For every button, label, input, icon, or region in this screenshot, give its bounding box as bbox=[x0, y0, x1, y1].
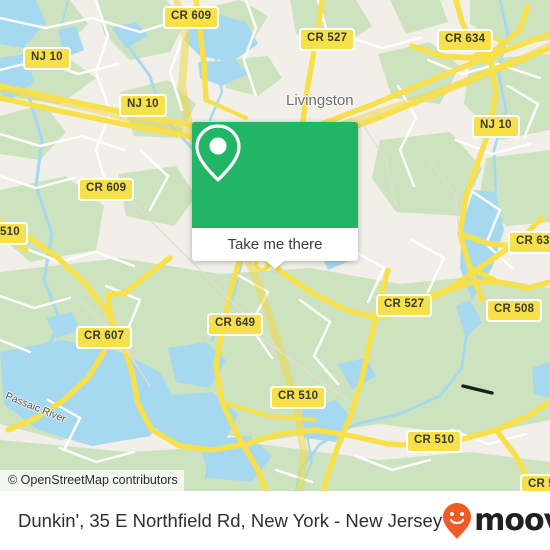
road-shield-nj-10-center: NJ 10 bbox=[119, 94, 167, 117]
popup-marker-area bbox=[192, 122, 358, 228]
map-canvas[interactable]: Livingston Passaic River CR 609 CR 527 C… bbox=[0, 0, 550, 491]
road-shield-nj-10-left: NJ 10 bbox=[23, 47, 71, 70]
road-shield-cr-51-corner: CR 51 bbox=[520, 474, 550, 491]
road-shield-cr-609-west: CR 609 bbox=[78, 178, 135, 201]
road-shield-cr-634: CR 634 bbox=[437, 29, 494, 52]
location-popup-card[interactable]: Take me there bbox=[192, 122, 358, 269]
road-shield-cr-510-south: CR 510 bbox=[406, 430, 463, 453]
road-shield-cr-527-north: CR 527 bbox=[299, 28, 356, 51]
map-screenshot: Livingston Passaic River CR 609 CR 527 C… bbox=[0, 0, 550, 550]
openstreetmap-attribution[interactable]: © OpenStreetMap contributors bbox=[0, 470, 184, 491]
road-shield-cr-508: CR 508 bbox=[486, 299, 543, 322]
road-shield-cr-510-west: CR 510 bbox=[270, 386, 327, 409]
road-shield-cr-609-north: CR 609 bbox=[163, 6, 220, 29]
road-shield-nj-10-right: NJ 10 bbox=[472, 115, 520, 138]
moovit-brand[interactable]: moovit bbox=[442, 502, 550, 540]
road-shield-cr-649: CR 649 bbox=[207, 313, 264, 336]
location-pin-icon bbox=[195, 124, 241, 182]
road-shield-510-edge: 510 bbox=[0, 222, 28, 245]
footer-bar: Dunkin', 35 E Northfield Rd, New York - … bbox=[0, 491, 550, 550]
moovit-pin-smiley-icon bbox=[443, 502, 472, 539]
road-shield-cr-527-south: CR 527 bbox=[376, 294, 433, 317]
road-shield-cr-636: CR 636 bbox=[508, 231, 550, 254]
popup-pointer-triangle bbox=[266, 261, 284, 269]
place-label-livingston: Livingston bbox=[286, 92, 354, 109]
location-title: Dunkin', 35 E Northfield Rd, New York - … bbox=[18, 509, 443, 531]
road-shield-cr-607: CR 607 bbox=[76, 326, 133, 349]
moovit-wordmark: moovit bbox=[474, 503, 550, 538]
take-me-there-label: Take me there bbox=[227, 236, 323, 253]
popup-action-area[interactable]: Take me there bbox=[192, 228, 358, 261]
